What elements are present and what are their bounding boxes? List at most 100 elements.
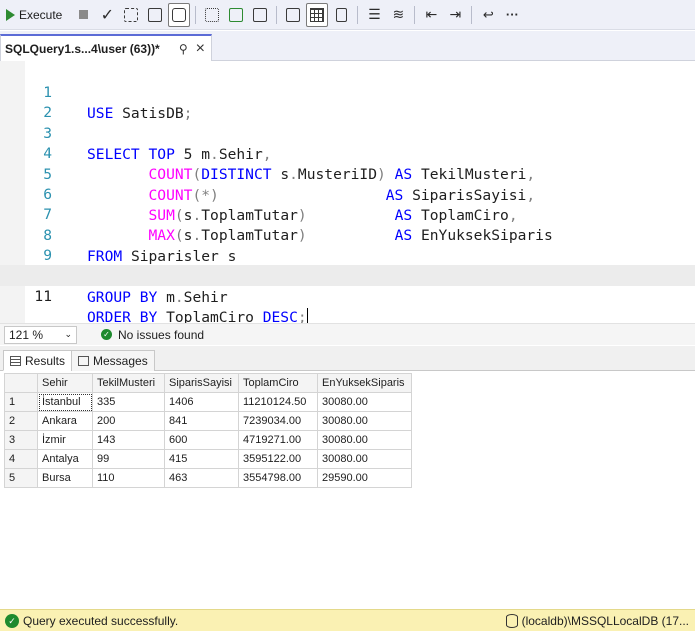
row-number[interactable]: 5 (4, 468, 38, 488)
grid-cell[interactable]: İstanbul (37, 392, 93, 412)
code-line[interactable]: 1 USE SatisDB; (0, 61, 695, 122)
table-row[interactable]: 5 Bursa 110 463 3554798.00 29590.00 (4, 468, 412, 488)
pin-icon[interactable]: ⚲ (179, 42, 188, 56)
column-header[interactable]: TekilMusteri (92, 373, 165, 393)
table-row[interactable]: 2 Ankara 200 841 7239034.00 30080.00 (4, 411, 412, 431)
code-line[interactable]: 8 FROM Siparisler s (0, 204, 695, 265)
row-number[interactable]: 2 (4, 411, 38, 431)
results-grid[interactable]: Sehir TekilMusteri SiparisSayisi ToplamC… (4, 373, 412, 488)
text-caret (306, 308, 308, 324)
grid-cell[interactable]: 4719271.00 (238, 430, 318, 450)
row-number[interactable]: 1 (4, 392, 38, 412)
chevron-down-icon: ⌄ (64, 329, 72, 339)
grid-cell[interactable]: 30080.00 (317, 449, 412, 469)
comment-lines-button[interactable]: ☰ (363, 3, 385, 27)
grid-cell[interactable]: İzmir (37, 430, 93, 450)
grid-cell[interactable]: 3595122.00 (238, 449, 318, 469)
play-icon (6, 8, 15, 21)
row-number[interactable]: 4 (4, 449, 38, 469)
close-icon[interactable]: × (196, 40, 205, 58)
grid-cell[interactable]: 1406 (164, 392, 239, 412)
grid-cell[interactable]: 30080.00 (317, 392, 412, 412)
checkmark-icon: ✓ (100, 6, 115, 24)
grid-cell[interactable]: 29590.00 (317, 468, 412, 488)
client-statistics-button[interactable] (249, 3, 271, 27)
tab-results-label: Results (25, 353, 66, 368)
parse-button[interactable]: ✓ (96, 3, 118, 27)
grid-cell[interactable]: 335 (92, 392, 165, 412)
grid-cell[interactable]: Antalya (37, 449, 93, 469)
document-tabstrip: SQLQuery1.s...4\user (63))* ⚲ × (0, 31, 695, 61)
grid-cell[interactable]: 99 (92, 449, 165, 469)
tab-messages[interactable]: Messages (71, 350, 155, 371)
zoom-value: 121 % (9, 327, 44, 342)
file-icon (335, 7, 347, 22)
file-results-button[interactable] (330, 3, 352, 27)
grid-cell[interactable]: 30080.00 (317, 430, 412, 450)
specify-template-values-button[interactable]: ↩ (477, 3, 499, 27)
more-toolbar-button[interactable]: ··· (501, 3, 523, 27)
grid-cell[interactable]: 143 (92, 430, 165, 450)
include-actual-plan-button[interactable] (201, 3, 223, 27)
grid-cell[interactable]: 7239034.00 (238, 411, 318, 431)
results-tabstrip: Results Messages (0, 346, 695, 371)
actual-plan-icon (205, 7, 220, 22)
indent-icon: ⇥ (449, 6, 462, 22)
execute-button[interactable]: Execute (2, 8, 66, 22)
cancel-query-button[interactable] (72, 3, 94, 27)
text-results-icon (148, 7, 163, 22)
sql-editor[interactable]: 1 USE SatisDB; 2 3 SELECT TOP 5 m.Sehir,… (0, 61, 695, 326)
grid-cell[interactable]: 415 (164, 449, 239, 469)
uncomment-lines-button[interactable]: ≋ (387, 3, 409, 27)
grid-cell[interactable]: Bursa (37, 468, 93, 488)
grid-cell[interactable]: 30080.00 (317, 411, 412, 431)
document-tab-title: SQLQuery1.s...4\user (63))* (5, 41, 160, 56)
row-number-header[interactable] (4, 373, 38, 393)
grid-cell[interactable]: 3554798.00 (238, 468, 318, 488)
row-number[interactable]: 3 (4, 430, 38, 450)
more-icon: ··· (505, 7, 519, 22)
table-grid-icon (310, 7, 325, 22)
code-line-current[interactable]: 11 ORDER BY ToplamCiro DESC; (0, 265, 695, 326)
table-row[interactable]: 1 İstanbul 335 1406 11210124.50 30080.00 (4, 392, 412, 412)
code-line[interactable]: 7 MAX(s.ToplamTutar) AS EnYuksekSiparis (0, 183, 695, 244)
display-plan-button[interactable] (120, 3, 142, 27)
line-number: 11 (34, 288, 52, 305)
grid-cell[interactable]: 11210124.50 (238, 392, 318, 412)
table-row[interactable]: 3 İzmir 143 600 4719271.00 30080.00 (4, 430, 412, 450)
code-line[interactable]: 3 SELECT TOP 5 m.Sehir, (0, 102, 695, 163)
query-document-tab[interactable]: SQLQuery1.s...4\user (63))* ⚲ × (0, 34, 212, 61)
live-stats-icon (229, 7, 244, 22)
table-row[interactable]: 4 Antalya 99 415 3595122.00 30080.00 (4, 449, 412, 469)
tab-results[interactable]: Results (3, 350, 73, 371)
decrease-indent-button[interactable]: ⇤ (420, 3, 442, 27)
live-statistics-button[interactable] (225, 3, 247, 27)
column-header[interactable]: ToplamCiro (238, 373, 318, 393)
column-header[interactable]: Sehir (37, 373, 93, 393)
grid-mode-button[interactable] (306, 2, 329, 27)
code-line[interactable]: 9 JOIN Musteriler m ON m.MusteriID = s.M… (0, 224, 695, 285)
code-line[interactable]: 6 SUM(s.ToplamTutar) AS ToplamCiro, (0, 163, 695, 224)
grid-cell[interactable]: 600 (164, 430, 239, 450)
code-line[interactable]: 4 COUNT(DISTINCT s.MusteriID) AS TekilMu… (0, 122, 695, 183)
code-line[interactable]: 10 GROUP BY m.Sehir (0, 245, 695, 306)
column-header[interactable]: SiparisSayisi (164, 373, 239, 393)
increase-indent-button[interactable]: ⇥ (444, 3, 466, 27)
messages-icon (78, 356, 89, 366)
sqlcmd-mode-button[interactable] (282, 3, 304, 27)
code-line[interactable]: 5 COUNT(*) AS SiparisSayisi, (0, 143, 695, 204)
code-line[interactable]: 2 (0, 81, 695, 121)
grid-cell[interactable]: 200 (92, 411, 165, 431)
results-to-text-button[interactable] (144, 3, 166, 27)
results-to-grid-button[interactable] (168, 2, 191, 27)
grid-cell[interactable]: 463 (164, 468, 239, 488)
column-header[interactable]: EnYuksekSiparis (317, 373, 412, 393)
zoom-dropdown[interactable]: 121 % ⌄ (4, 325, 77, 344)
grid-cell[interactable]: Ankara (37, 411, 93, 431)
grid-cell[interactable]: 110 (92, 468, 165, 488)
issues-status[interactable]: No issues found (118, 328, 204, 342)
grid-results-icon (172, 7, 187, 22)
toolbar-separator (276, 5, 278, 24)
tab-messages-label: Messages (93, 354, 148, 368)
grid-cell[interactable]: 841 (164, 411, 239, 431)
